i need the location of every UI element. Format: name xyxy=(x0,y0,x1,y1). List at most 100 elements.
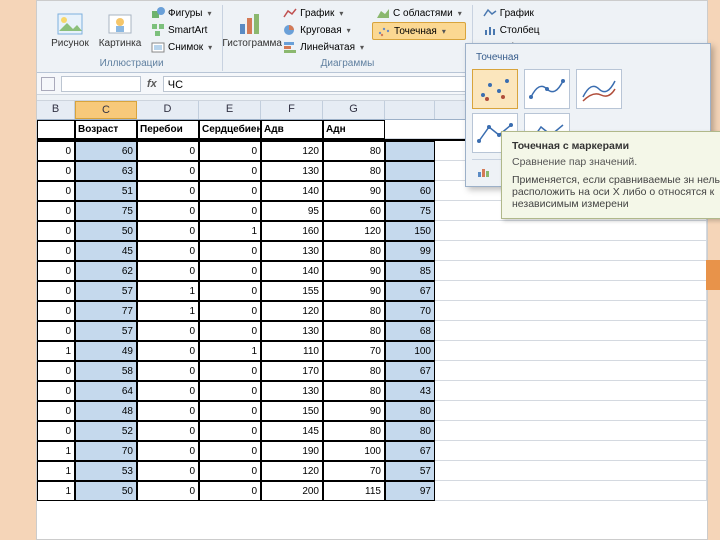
cell[interactable]: 57 xyxy=(385,461,435,481)
smartart-button[interactable]: SmartArt xyxy=(147,22,216,38)
cell[interactable]: 80 xyxy=(323,301,385,321)
col-header[interactable]: F xyxy=(261,101,323,119)
cell[interactable]: 0 xyxy=(199,461,261,481)
histogram-button[interactable]: Гистограмма xyxy=(229,5,275,53)
cell[interactable]: 0 xyxy=(199,301,261,321)
cell[interactable]: 0 xyxy=(137,261,199,281)
cell[interactable]: 0 xyxy=(199,401,261,421)
cell[interactable]: 0 xyxy=(137,161,199,181)
cell[interactable]: 1 xyxy=(37,441,75,461)
table-row[interactable]: 1490111070100 xyxy=(37,341,707,361)
cell[interactable]: 0 xyxy=(199,161,261,181)
cell[interactable]: 90 xyxy=(323,281,385,301)
cell[interactable]: 57 xyxy=(75,281,137,301)
cell[interactable]: 150 xyxy=(261,401,323,421)
cell[interactable]: 97 xyxy=(385,481,435,501)
cell[interactable]: 68 xyxy=(385,321,435,341)
cell[interactable]: 145 xyxy=(261,421,323,441)
cell[interactable]: 0 xyxy=(137,181,199,201)
cell[interactable]: 80 xyxy=(323,141,385,161)
cell[interactable]: 140 xyxy=(261,261,323,281)
cell[interactable]: 0 xyxy=(37,381,75,401)
header-cell[interactable] xyxy=(37,120,75,139)
screenshot-button[interactable]: Снимок▾ xyxy=(147,39,216,55)
cell[interactable]: 0 xyxy=(199,141,261,161)
cell[interactable]: 80 xyxy=(323,421,385,441)
cell[interactable]: 50 xyxy=(75,481,137,501)
clipart-button[interactable]: Картинка xyxy=(97,5,143,53)
cell[interactable]: 0 xyxy=(37,321,75,341)
cell[interactable]: 0 xyxy=(199,281,261,301)
cell[interactable]: 0 xyxy=(199,201,261,221)
scatter-smooth-option[interactable] xyxy=(576,69,622,109)
cell[interactable]: 43 xyxy=(385,381,435,401)
area-chart-button[interactable]: С областями▾ xyxy=(372,5,466,21)
cell[interactable]: 115 xyxy=(323,481,385,501)
cell[interactable]: 80 xyxy=(323,361,385,381)
cell[interactable]: 60 xyxy=(323,201,385,221)
cell[interactable]: 49 xyxy=(75,341,137,361)
cell[interactable]: 100 xyxy=(385,341,435,361)
cell[interactable]: 70 xyxy=(323,341,385,361)
cell[interactable]: 70 xyxy=(75,441,137,461)
cell[interactable]: 120 xyxy=(261,461,323,481)
cell[interactable]: 51 xyxy=(75,181,137,201)
cell[interactable]: 155 xyxy=(261,281,323,301)
col-header[interactable]: G xyxy=(323,101,385,119)
col-header[interactable]: B xyxy=(37,101,75,119)
cell[interactable]: 120 xyxy=(323,221,385,241)
cell[interactable]: 130 xyxy=(261,161,323,181)
scatter-markers-option[interactable] xyxy=(472,69,518,109)
cell[interactable]: 52 xyxy=(75,421,137,441)
scatter-smooth-markers-option[interactable] xyxy=(524,69,570,109)
cell[interactable]: 0 xyxy=(137,441,199,461)
cell[interactable]: 0 xyxy=(199,181,261,201)
header-cell[interactable]: Адн xyxy=(323,120,385,139)
table-row[interactable]: 064001308043 xyxy=(37,381,707,401)
header-cell[interactable]: Возраст xyxy=(75,120,137,139)
cell[interactable]: 0 xyxy=(137,241,199,261)
table-row[interactable]: 153001207057 xyxy=(37,461,707,481)
cell[interactable]: 1 xyxy=(37,481,75,501)
table-row[interactable]: 077101208070 xyxy=(37,301,707,321)
col-header-selected[interactable]: C xyxy=(75,101,137,119)
cell[interactable]: 70 xyxy=(323,461,385,481)
cell[interactable]: 58 xyxy=(75,361,137,381)
cell[interactable]: 85 xyxy=(385,261,435,281)
line-chart-button[interactable]: График▾ xyxy=(279,5,368,21)
cell[interactable]: 130 xyxy=(261,241,323,261)
cell[interactable]: 130 xyxy=(261,381,323,401)
cell[interactable]: 57 xyxy=(75,321,137,341)
cell[interactable] xyxy=(385,161,435,181)
cell[interactable]: 80 xyxy=(385,421,435,441)
cell[interactable]: 95 xyxy=(261,201,323,221)
cell[interactable]: 110 xyxy=(261,341,323,361)
cell[interactable]: 67 xyxy=(385,441,435,461)
col-header[interactable]: E xyxy=(199,101,261,119)
cell[interactable]: 0 xyxy=(37,161,75,181)
spark-column-button[interactable]: Столбец xyxy=(479,22,552,38)
cell[interactable]: 70 xyxy=(385,301,435,321)
cell[interactable] xyxy=(385,141,435,161)
table-row[interactable]: 057101559067 xyxy=(37,281,707,301)
cell[interactable]: 0 xyxy=(37,141,75,161)
table-row[interactable]: 1700019010067 xyxy=(37,441,707,461)
header-cell[interactable]: Сердцебиени xyxy=(199,120,261,139)
cell[interactable]: 0 xyxy=(199,361,261,381)
cell[interactable]: 0 xyxy=(37,301,75,321)
cell[interactable]: 140 xyxy=(261,181,323,201)
table-row[interactable]: 057001308068 xyxy=(37,321,707,341)
cell[interactable]: 62 xyxy=(75,261,137,281)
cell[interactable]: 80 xyxy=(323,241,385,261)
cell[interactable]: 80 xyxy=(385,401,435,421)
cell[interactable]: 0 xyxy=(199,241,261,261)
header-cell[interactable]: Адв xyxy=(261,120,323,139)
cell[interactable]: 53 xyxy=(75,461,137,481)
cell[interactable]: 0 xyxy=(37,261,75,281)
cell[interactable]: 1 xyxy=(199,221,261,241)
cell[interactable]: 0 xyxy=(37,201,75,221)
cell[interactable]: 90 xyxy=(323,261,385,281)
cell[interactable]: 80 xyxy=(323,381,385,401)
cell[interactable]: 0 xyxy=(199,421,261,441)
cell[interactable]: 1 xyxy=(37,461,75,481)
